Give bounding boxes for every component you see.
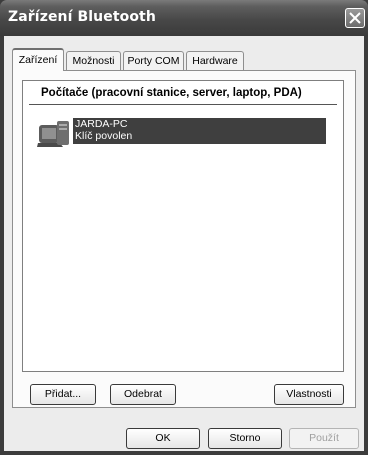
tab-devices[interactable]: Zařízení — [12, 48, 64, 71]
device-item-jarda-pc[interactable]: JARDA-PC Klíč povolen — [73, 118, 326, 144]
remove-button[interactable]: Odebrat — [110, 384, 176, 405]
title-bar[interactable]: Zařízení Bluetooth — [0, 0, 368, 36]
close-icon — [349, 12, 361, 24]
window-title: Zařízení Bluetooth — [8, 9, 156, 25]
computer-icon — [37, 121, 69, 147]
device-list[interactable]: Počítače (pracovní stanice, server, lapt… — [22, 80, 344, 372]
device-group-header: Počítače (pracovní stanice, server, lapt… — [41, 87, 302, 99]
add-button[interactable]: Přidat... — [30, 384, 96, 405]
bluetooth-devices-window: Zařízení Bluetooth Zařízení Možnosti Por… — [0, 0, 368, 455]
device-status: Klíč povolen — [75, 130, 133, 142]
properties-button[interactable]: Vlastnosti — [274, 384, 344, 405]
cancel-button[interactable]: Storno — [208, 428, 282, 449]
header-divider — [29, 104, 337, 105]
tab-hardware[interactable]: Hardware — [186, 51, 244, 70]
apply-button[interactable]: Použít — [289, 428, 359, 449]
tab-options[interactable]: Možnosti — [66, 51, 121, 70]
close-button[interactable] — [345, 8, 365, 28]
ok-button[interactable]: OK — [126, 428, 200, 449]
tab-com-ports[interactable]: Porty COM — [123, 51, 184, 70]
dialog-client-area: Zařízení Možnosti Porty COM Hardware Poč… — [4, 36, 364, 451]
